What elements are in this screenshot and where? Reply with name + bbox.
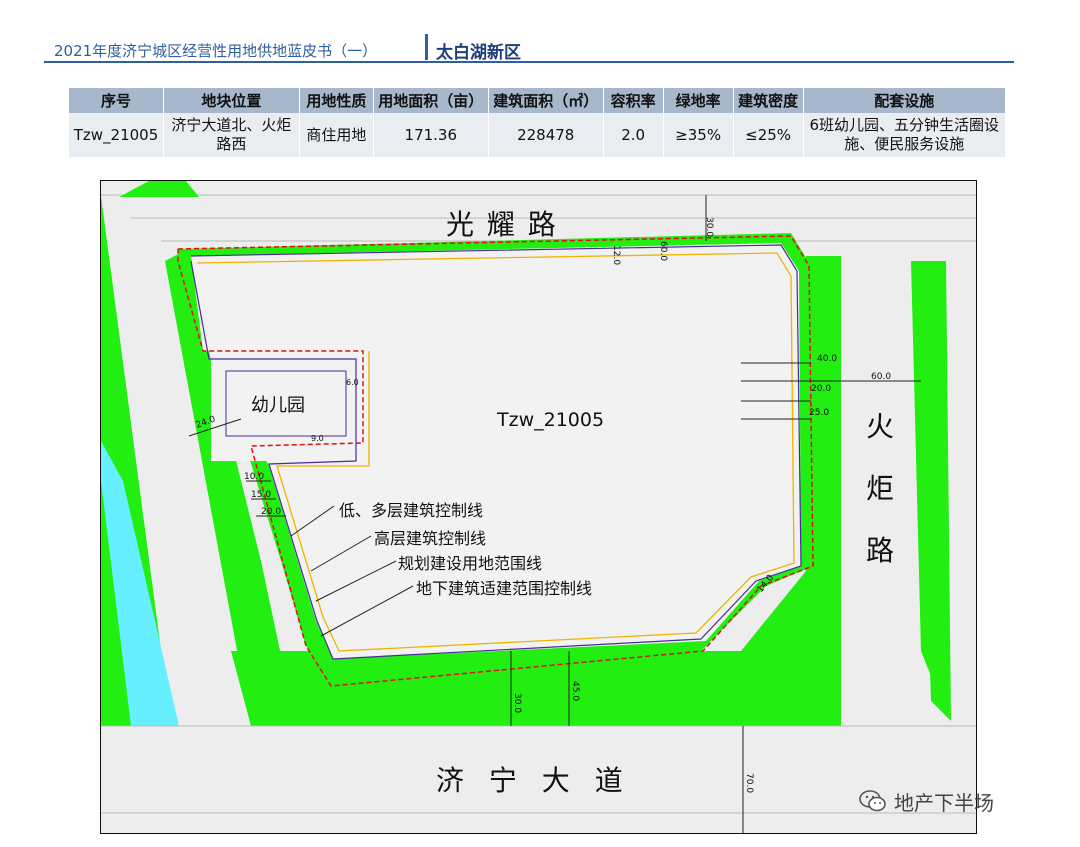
watermark-text: 地产下半场 bbox=[894, 790, 994, 815]
cell-land-use: 商住用地 bbox=[298, 113, 374, 157]
dim-label: 60.0 bbox=[658, 241, 668, 261]
dim-label: 15.0 bbox=[251, 490, 271, 500]
road-label-north: 光 耀 路 bbox=[446, 208, 558, 241]
dim-label: 12.0 bbox=[611, 245, 621, 265]
road-label-east-char: 路 bbox=[865, 534, 894, 567]
cell-id: Tzw_21005 bbox=[68, 113, 164, 157]
far-east-road bbox=[951, 541, 976, 721]
header-subtitle: 2021年度济宁城区经营性用地供地蓝皮书（一） bbox=[54, 42, 378, 60]
document-header: 2021年度济宁城区经营性用地供地蓝皮书（一） 太白湖新区 bbox=[44, 30, 1014, 64]
cell-facilities: 6班幼儿园、五分钟生活圈设施、便民服务设施 bbox=[802, 113, 1005, 157]
kindergarten-label: 幼儿园 bbox=[251, 395, 305, 416]
cell-density: ≤25% bbox=[732, 113, 804, 157]
dim-label: 30.0 bbox=[512, 693, 522, 713]
dim-label: 25.0 bbox=[809, 408, 829, 418]
dim-label: 70.0 bbox=[744, 773, 754, 793]
col-header: 容积率 bbox=[602, 88, 664, 113]
col-header: 建筑密度 bbox=[732, 88, 804, 113]
road-label-east: 火 炬 路 bbox=[862, 396, 898, 582]
wechat-icon bbox=[859, 790, 886, 812]
dim-label: 20.0 bbox=[811, 384, 831, 394]
legend-item: 规划建设用地范围线 bbox=[398, 554, 543, 573]
parcel-label: Tzw_21005 bbox=[497, 409, 605, 431]
dim-label: 45.0 bbox=[570, 681, 580, 701]
cell-far: 2.0 bbox=[602, 113, 664, 157]
legend-item: 地下建筑适建范围控制线 bbox=[416, 579, 593, 598]
col-header: 用地性质 bbox=[298, 88, 374, 113]
legend-item: 高层建筑控制线 bbox=[374, 529, 487, 548]
cell-floor-area: 228478 bbox=[487, 113, 604, 157]
col-header: 建筑面积（㎡） bbox=[487, 88, 604, 113]
road-label-east-char: 炬 bbox=[865, 472, 894, 505]
dim-label: 6.0 bbox=[346, 378, 359, 387]
header-district: 太白湖新区 bbox=[436, 43, 521, 63]
road-label-east-char: 火 bbox=[865, 410, 894, 443]
col-header: 地块位置 bbox=[162, 88, 300, 113]
road-label-south: 济 宁 大 道 bbox=[436, 764, 631, 797]
dim-label: 40.0 bbox=[817, 354, 837, 364]
site-plan-map: 30.0 12.0 60.0 40.0 20.0 25.0 60.0 24.0 … bbox=[100, 180, 977, 834]
dim-label: 30.0 bbox=[704, 217, 714, 237]
col-header: 配套设施 bbox=[802, 88, 1005, 113]
col-header: 序号 bbox=[68, 88, 164, 113]
col-header: 绿地率 bbox=[662, 88, 734, 113]
cell-land-area: 171.36 bbox=[372, 113, 489, 157]
dim-label: 9.0 bbox=[311, 434, 324, 443]
header-rule bbox=[44, 61, 1014, 63]
header-divider bbox=[425, 34, 428, 60]
dim-label: 20.0 bbox=[261, 507, 281, 517]
cell-green-ratio: ≥35% bbox=[662, 113, 734, 157]
parcel-info-table: 序号 地块位置 用地性质 用地面积（亩） 建筑面积（㎡） 容积率 绿地率 建筑密… bbox=[68, 88, 1005, 157]
table-header-row: 序号 地块位置 用地性质 用地面积（亩） 建筑面积（㎡） 容积率 绿地率 建筑密… bbox=[68, 88, 1005, 113]
col-header: 用地面积（亩） bbox=[372, 88, 489, 113]
watermark: 地产下半场 bbox=[858, 786, 994, 816]
table-row: Tzw_21005 济宁大道北、火炬路西 商住用地 171.36 228478 … bbox=[68, 113, 1005, 157]
legend-item: 低、多层建筑控制线 bbox=[339, 501, 484, 520]
dim-label: 10.0 bbox=[244, 472, 264, 482]
site-plan-drawing: 30.0 12.0 60.0 40.0 20.0 25.0 60.0 24.0 … bbox=[101, 181, 976, 833]
cell-location: 济宁大道北、火炬路西 bbox=[162, 113, 300, 157]
dim-label: 60.0 bbox=[871, 372, 891, 382]
